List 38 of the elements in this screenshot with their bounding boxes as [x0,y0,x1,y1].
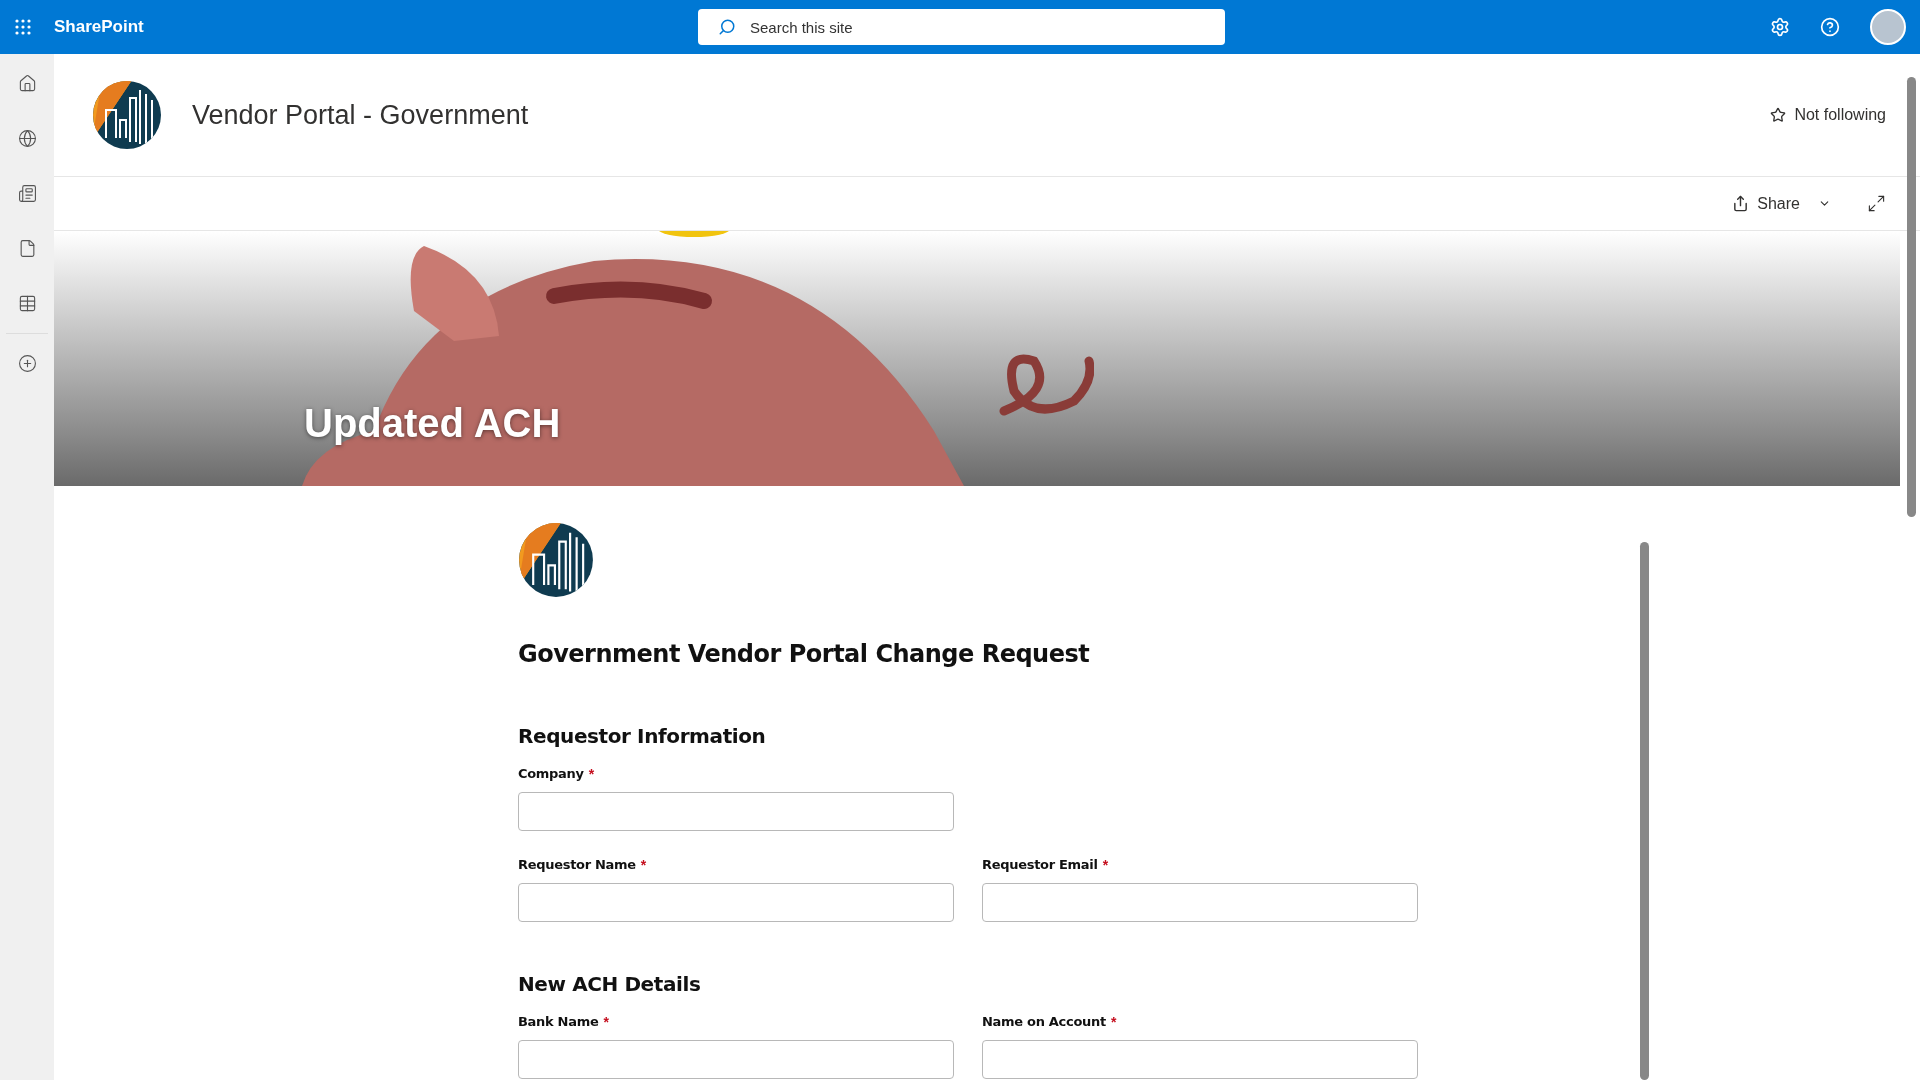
form-title: Government Vendor Portal Change Request [518,640,1091,668]
field-label: Company [518,766,584,781]
follow-button[interactable]: Not following [1764,105,1892,125]
star-icon [1770,107,1787,123]
settings-icon[interactable] [1770,17,1790,37]
newspaper-icon [17,184,37,203]
field-label: Requestor Email [982,857,1098,872]
section-heading: New ACH Details [518,972,702,996]
share-button[interactable]: Share [1726,193,1837,214]
input-field[interactable] [982,883,1418,922]
list-icon [17,294,37,313]
required-mark: * [603,1014,609,1030]
required-mark: * [1110,1014,1117,1030]
required-mark: * [640,857,647,873]
search-field[interactable]: Search this site [698,9,1225,45]
required-mark: * [1102,857,1109,873]
section-heading: Requestor Information [518,724,767,748]
expand-icon [1867,194,1886,213]
input-field[interactable] [518,883,954,922]
share-icon [1732,195,1750,212]
expand-button[interactable] [1867,194,1886,213]
input-field[interactable] [518,792,954,831]
input-field[interactable] [982,1040,1418,1079]
field-label: Bank Name [518,1014,599,1029]
help-icon[interactable] [1820,17,1840,37]
app-launcher-icon[interactable] [14,18,32,36]
banner-title: Updated ACH [304,401,561,446]
field-label: Requestor Name [518,857,636,872]
add-icon [17,354,37,373]
field-label: Name on Account [982,1014,1106,1029]
app-name[interactable]: SharePoint [54,17,144,37]
site-title: Vendor Portal - Government [192,99,529,131]
home-icon [17,74,37,93]
input-field[interactable] [518,1040,954,1079]
globe-icon [17,129,37,148]
required-mark: * [588,766,595,782]
search-icon [718,18,736,36]
avatar[interactable] [1870,9,1906,45]
